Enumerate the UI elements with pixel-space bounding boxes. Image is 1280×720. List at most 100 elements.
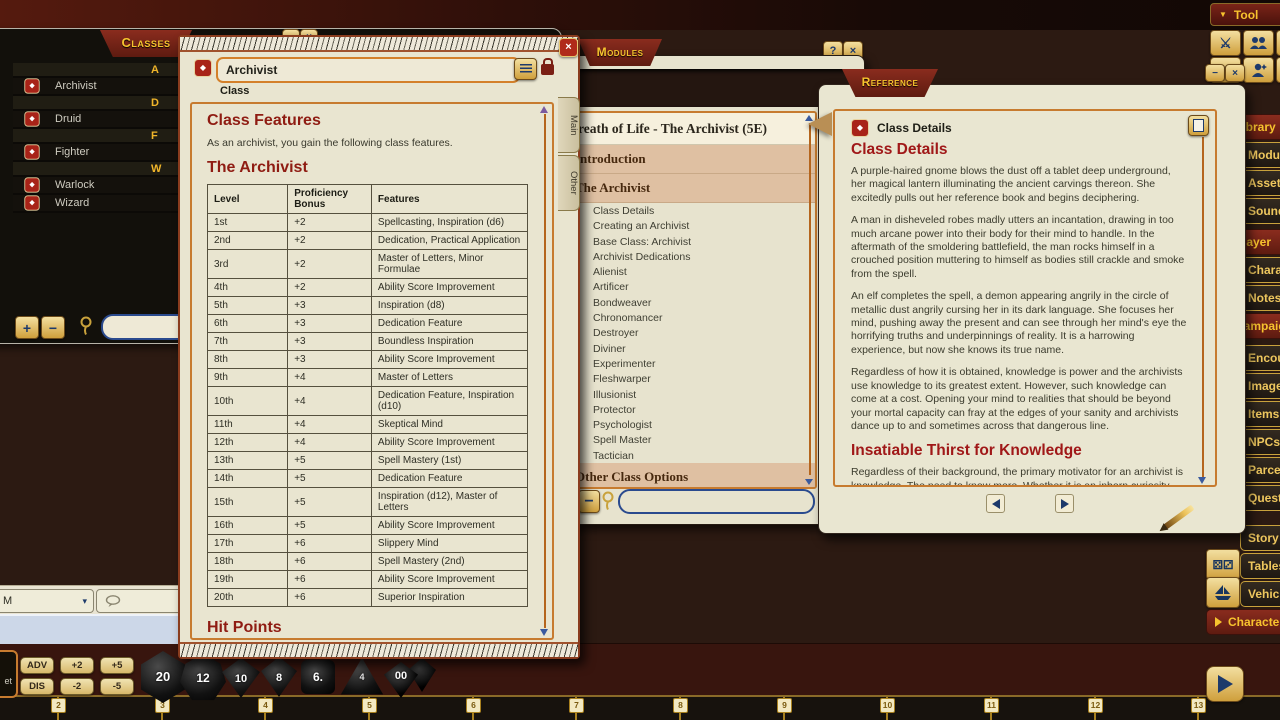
scroll-down-icon[interactable] — [805, 479, 813, 485]
sound-tool-button[interactable]: ♪ — [1276, 57, 1280, 83]
modules-list-row[interactable]: Fleshwarper — [555, 371, 815, 386]
character-tool-button[interactable] — [1243, 57, 1274, 83]
modifier-button[interactable]: -2 — [60, 678, 94, 695]
modules-filter-input[interactable] — [618, 489, 815, 514]
tab-modules[interactable]: Modules — [578, 39, 662, 66]
sidebar: Library Modules Assets Sound Sets Player — [1240, 114, 1280, 637]
chat-identity-dropdown[interactable]: M ▾ — [0, 589, 94, 613]
party-tool-button[interactable] — [1243, 30, 1274, 56]
hotbar-slot[interactable]: 7 — [575, 697, 577, 720]
modules-list-row[interactable]: Diviner — [555, 341, 815, 356]
tables-dice-icon[interactable]: ⚄⚂ — [1206, 549, 1240, 580]
hotbar-slot[interactable]: 5 — [368, 697, 370, 720]
bonus-cell: +3 — [288, 351, 372, 369]
modifier-button[interactable]: DIS — [20, 678, 54, 695]
sidebar-item[interactable]: Characters — [1206, 609, 1280, 635]
hotbar-slot[interactable]: 8 — [679, 697, 681, 720]
modules-list-row[interactable]: Tactician — [555, 448, 815, 463]
sidebar-item[interactable]: Sound Sets — [1240, 198, 1280, 224]
modules-list-row[interactable]: Creating an Archivist — [555, 218, 815, 233]
sidebar-item[interactable]: Images — [1240, 373, 1280, 399]
scroll-up-icon[interactable] — [540, 106, 548, 113]
offscreen-window-fragment: et — [0, 650, 18, 698]
modules-list-row[interactable]: Chronomancer — [555, 310, 815, 325]
play-button[interactable] — [1206, 666, 1244, 702]
module-remove-button[interactable]: − — [578, 490, 600, 513]
swords-tool-button[interactable]: ⚔ — [1210, 30, 1241, 56]
hotbar-slot[interactable]: 6 — [472, 697, 474, 720]
sidebar-item[interactable]: Encounters — [1240, 345, 1280, 371]
modules-list-row[interactable]: Destroyer — [555, 325, 815, 340]
hotbar-slot[interactable]: 12 — [1094, 697, 1096, 720]
level-cell: 7th — [208, 333, 288, 351]
modules-list-row[interactable]: Alienist — [555, 264, 815, 279]
reference-scrollbar[interactable] — [1202, 137, 1204, 477]
level-cell: 15th — [208, 488, 288, 517]
modules-list-row[interactable]: Archivist Dedications — [555, 249, 815, 264]
vehicles-boat-icon[interactable] — [1206, 577, 1240, 608]
features-cell: Dedication Feature — [371, 470, 527, 488]
modules-list-row[interactable]: Illusionist — [555, 387, 815, 402]
modules-list-row[interactable]: Experimenter — [555, 356, 815, 371]
modules-list-row[interactable]: Introduction — [555, 145, 815, 174]
modules-list-row[interactable]: Other Class Options — [555, 463, 815, 489]
prev-page-button[interactable] — [986, 494, 1005, 513]
modifier-button[interactable]: -5 — [100, 678, 134, 695]
edit-text-button[interactable] — [514, 58, 537, 80]
modules-list-row[interactable]: Protector — [555, 402, 815, 417]
modules-list-row[interactable]: The Archivist — [555, 174, 815, 203]
modules-list-row[interactable]: Bondweaver — [555, 295, 815, 310]
tab-reference[interactable]: Reference — [842, 69, 938, 97]
modifier-button[interactable]: ADV — [20, 657, 54, 674]
sidebar-item[interactable]: Story — [1240, 525, 1280, 551]
sidebar-item[interactable]: Notes — [1240, 285, 1280, 311]
modules-row-label: Other Class Options — [575, 469, 688, 484]
sidebar-item[interactable]: Quests — [1240, 485, 1280, 511]
sidebar-item[interactable]: Assets — [1240, 170, 1280, 196]
sidebar-item[interactable]: Items — [1240, 401, 1280, 427]
class-scrollbar[interactable] — [544, 114, 546, 628]
tab-other[interactable]: Other — [558, 155, 580, 211]
modules-list-row[interactable]: Class Details — [555, 203, 815, 218]
die[interactable]: 6. — [301, 660, 335, 694]
tool-menu-button[interactable]: ▼ Tool — [1210, 3, 1280, 26]
reference-paragraph: A purple-haired gnome blows the dust off… — [851, 165, 1187, 205]
reference-minimize-button[interactable]: − — [1205, 64, 1225, 82]
modules-list-row[interactable]: Breath of Life - The Archivist (5E) — [555, 113, 815, 145]
hotbar-slot[interactable]: 2 — [57, 697, 59, 720]
table-heading: The Archivist — [207, 159, 528, 177]
modules-list-row[interactable]: Spell Master — [555, 432, 815, 447]
sidebar-item[interactable]: Modules — [1240, 142, 1280, 168]
collapse-index-arrow[interactable] — [808, 112, 832, 136]
table-row: 8th +3 Ability Score Improvement — [208, 351, 528, 369]
modules-list-row[interactable]: Base Class: Archivist — [555, 234, 815, 249]
next-page-button[interactable] — [1055, 494, 1074, 513]
sidebar-item[interactable]: Vehicles — [1240, 581, 1280, 607]
sidebar-item[interactable]: NPCs — [1240, 429, 1280, 455]
modules-scrollbar[interactable] — [809, 123, 811, 475]
hotbar-slot[interactable]: 10 — [886, 697, 888, 720]
sidebar-item[interactable]: Characters — [1240, 257, 1280, 283]
hotbar-slot[interactable]: 11 — [990, 697, 992, 720]
reference-close-button[interactable]: × — [1225, 64, 1245, 82]
remove-class-button[interactable]: − — [41, 316, 65, 339]
sidebar-item[interactable]: Parcels — [1240, 457, 1280, 483]
modifier-button[interactable]: +5 — [100, 657, 134, 674]
modules-list-row[interactable]: Artificer — [555, 279, 815, 294]
die[interactable]: 00 — [384, 658, 436, 698]
chat-entry-strip[interactable] — [0, 614, 190, 644]
scroll-down-icon[interactable] — [1198, 477, 1206, 484]
calendar-tool-button[interactable] — [1276, 30, 1280, 56]
sidebar-item[interactable]: Tables — [1240, 553, 1280, 579]
modules-list-row[interactable]: Psychologist — [555, 417, 815, 432]
hotbar-slot[interactable]: 13 — [1197, 697, 1199, 720]
hotbar-slot[interactable]: 9 — [783, 697, 785, 720]
scroll-down-icon[interactable] — [540, 629, 548, 636]
modifier-button[interactable]: +2 — [60, 657, 94, 674]
tab-main[interactable]: Main — [558, 97, 580, 153]
class-window-close-button[interactable]: × — [559, 38, 578, 57]
hotbar-slot[interactable]: 4 — [264, 697, 266, 720]
add-class-button[interactable]: + — [15, 316, 39, 339]
class-name-field[interactable]: Archivist — [216, 57, 520, 83]
export-page-button[interactable] — [1188, 115, 1209, 136]
